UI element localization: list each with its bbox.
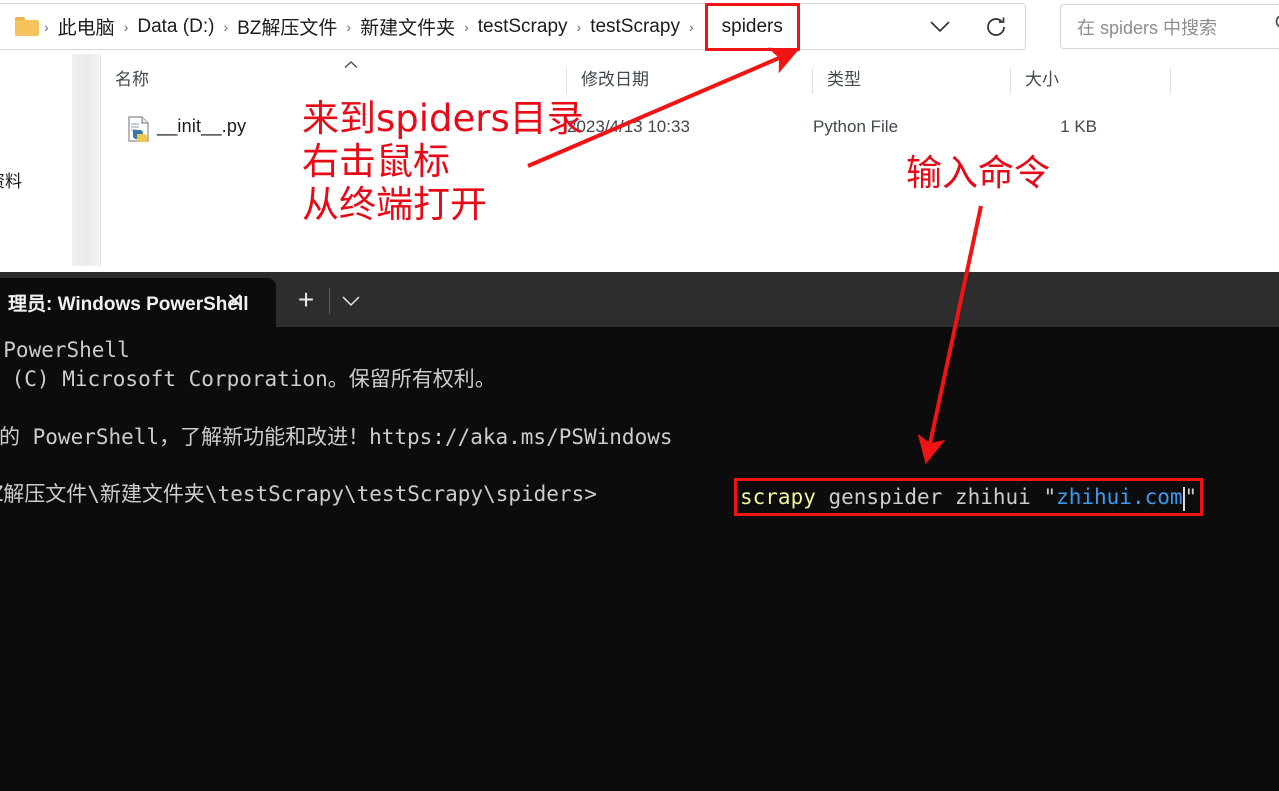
pane-splitter[interactable] (72, 54, 101, 266)
command-args: genspider zhihui (815, 485, 1044, 509)
command-url: zhihui.com (1056, 485, 1183, 509)
breadcrumb-item-1[interactable]: Data (D:) (133, 13, 218, 41)
column-headers: 名称 修改日期 类型 大小 (101, 54, 1279, 100)
navigation-pane: 文件资料 (0, 54, 72, 272)
powershell-window: 理员: Windows PowerShell ✕ + s PowerShell … (0, 272, 1279, 791)
breadcrumb-separator-4: › (464, 18, 469, 35)
file-modified-cell: 2023/4/13 10:33 (567, 117, 690, 136)
nav-item-documents[interactable]: 文件资料 (0, 167, 22, 192)
terminal-line-0: s PowerShell (3, 338, 130, 362)
close-icon[interactable]: ✕ (224, 291, 246, 313)
command-program: scrapy (740, 485, 816, 509)
breadcrumb-item-3[interactable]: 新建文件夹 (356, 10, 459, 43)
file-size-cell: 1 KB (1060, 117, 1097, 136)
explorer-address-toolbar: › 此电脑 › Data (D:) › BZ解压文件 › 新建文件夹 › tes… (0, 0, 1279, 55)
folder-icon (15, 17, 39, 36)
annotation-right-line-0: 输入命令 (906, 153, 1051, 194)
address-bar-actions (925, 12, 1025, 42)
address-bar[interactable]: › 此电脑 › Data (D:) › BZ解压文件 › 新建文件夹 › tes… (0, 2, 1026, 51)
search-input[interactable]: 在 spiders 中搜索 (1060, 4, 1279, 49)
refresh-icon[interactable] (981, 12, 1011, 42)
command-quote-close: " (1184, 485, 1198, 509)
breadcrumb-separator-0: › (44, 18, 49, 35)
breadcrumb-item-2[interactable]: BZ解压文件 (233, 10, 341, 43)
breadcrumb-separator-6: › (688, 18, 694, 35)
breadcrumb-item-5[interactable]: testScrapy (586, 13, 684, 41)
column-header-modified[interactable]: 修改日期 (567, 54, 813, 100)
breadcrumb: › 此电脑 › Data (D:) › BZ解压文件 › 新建文件夹 › tes… (39, 2, 925, 51)
toolbar-divider (329, 288, 330, 314)
screenshot-root: › 此电脑 › Data (D:) › BZ解压文件 › 新建文件夹 › tes… (0, 0, 1279, 791)
breadcrumb-item-0[interactable]: 此电脑 (54, 10, 119, 43)
chevron-up-icon (341, 58, 361, 72)
chevron-down-icon[interactable] (925, 12, 955, 42)
chevron-down-icon[interactable] (338, 288, 364, 314)
file-name-cell: __init__.py (157, 116, 247, 136)
annotation-left: 来到spiders目录 右击鼠标 从终端打开 (302, 97, 584, 226)
breadcrumb-separator-3: › (346, 18, 352, 35)
breadcrumb-separator-1: › (123, 18, 129, 35)
breadcrumb-item-spiders[interactable]: spiders (704, 2, 800, 51)
column-header-type[interactable]: 类型 (813, 54, 1011, 100)
annotation-left-line-1: 右击鼠标 (302, 140, 450, 183)
terminal-prompt-line: BZ解压文件\新建文件夹\testScrapy\testScrapy\spide… (0, 482, 597, 506)
breadcrumb-separator-5: › (576, 18, 582, 35)
annotation-left-line-0: 来到spiders目录 (302, 97, 584, 140)
search-icon (1273, 13, 1279, 40)
terminal-line-1: 有 (C) Microsoft Corporation。保留所有权利。 (0, 367, 496, 391)
annotation-right: 输入命令 (906, 152, 1050, 195)
breadcrumb-separator-2: › (223, 18, 229, 35)
file-list-pane: 名称 修改日期 类型 大小 __init__.py 2023/4/13 10:3… (101, 54, 1279, 272)
terminal-titlebar: 理员: Windows PowerShell ✕ + (0, 272, 1279, 327)
command-input-highlight[interactable]: scrapy genspider zhihui " zhihui.com " (734, 478, 1204, 516)
terminal-line-2: 新的 PowerShell，了解新功能和改进！https://aka.ms/PS… (0, 425, 673, 449)
terminal-tab[interactable]: 理员: Windows PowerShell ✕ (0, 278, 276, 327)
file-type-cell: Python File (813, 117, 899, 136)
column-header-size[interactable]: 大小 (1011, 54, 1171, 100)
python-file-icon (127, 116, 151, 143)
terminal-tab-title: 理员: Windows PowerShell (8, 294, 249, 315)
plus-icon[interactable]: + (292, 286, 320, 315)
annotation-left-line-2: 从终端打开 (302, 183, 487, 226)
column-header-name[interactable]: 名称 (101, 54, 567, 100)
table-row[interactable]: __init__.py 2023/4/13 10:33 Python File … (101, 114, 1279, 148)
command-quote-open: " (1043, 485, 1057, 509)
search-placeholder: 在 spiders 中搜索 (1077, 17, 1218, 38)
breadcrumb-item-4[interactable]: testScrapy (474, 13, 572, 41)
terminal-output[interactable]: s PowerShell 有 (C) Microsoft Corporation… (0, 327, 1279, 791)
explorer-content: 文件资料 名称 修改日期 类型 大小 (0, 54, 1279, 272)
